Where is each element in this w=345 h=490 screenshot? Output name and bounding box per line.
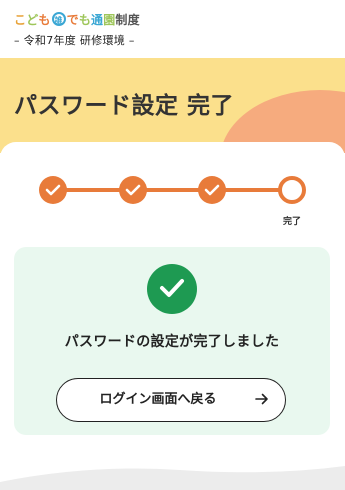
logo-char: も <box>38 12 51 27</box>
logo-char: で <box>66 12 79 27</box>
check-icon <box>204 184 220 196</box>
check-icon <box>45 184 61 196</box>
logo-char: ど <box>26 12 39 27</box>
site-logo[interactable]: こ ど も 誰 で も 通 園 制度 <box>14 10 140 28</box>
back-to-login-label: ログイン画面へ戻る <box>99 392 217 407</box>
stepper-line <box>53 188 291 192</box>
step-4-label: 完了 <box>282 217 301 227</box>
progress-stepper: 完了 <box>0 142 345 242</box>
logo-char: 園 <box>103 12 116 27</box>
header: こ ど も 誰 で も 通 園 制度 – 令和7年度 研修環境 – <box>0 0 345 58</box>
step-3-done <box>198 176 226 204</box>
page-title: パスワード設定 完了 <box>14 93 235 119</box>
check-circle-icon <box>147 264 197 314</box>
logo-char-circled: 誰 <box>51 12 66 26</box>
step-2-done <box>119 176 147 204</box>
completion-card: パスワードの設定が完了しました ログイン画面へ戻る <box>14 247 330 435</box>
footer-decoration <box>0 466 345 490</box>
back-to-login-button[interactable]: ログイン画面へ戻る <box>56 378 286 422</box>
logo-char: 通 <box>91 12 104 27</box>
step-1-done <box>39 176 67 204</box>
hero-banner: パスワード設定 完了 <box>0 58 345 153</box>
environment-subtitle: – 令和7年度 研修環境 – <box>14 34 135 47</box>
logo-char: こ <box>14 12 27 27</box>
step-4-current <box>278 176 306 204</box>
arrow-right-icon <box>255 393 268 405</box>
check-icon <box>125 184 141 196</box>
logo-char: も <box>78 12 92 27</box>
main-content: 完了 パスワードの設定が完了しました ログイン画面へ戻る <box>0 142 345 490</box>
completion-message: パスワードの設定が完了しました <box>64 334 280 350</box>
logo-char: 制度 <box>115 12 140 27</box>
check-icon <box>160 279 184 297</box>
